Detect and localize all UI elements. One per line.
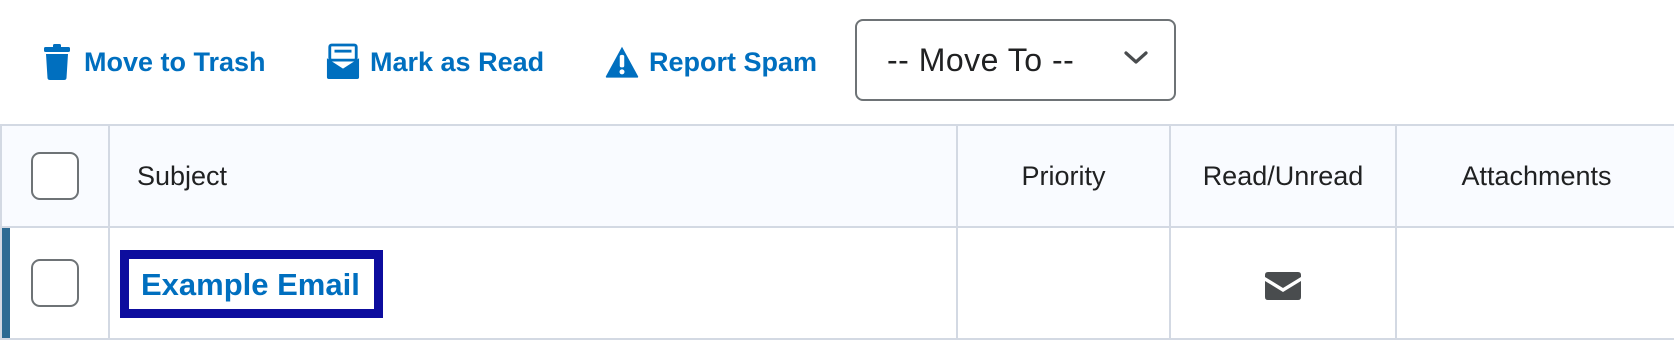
mark-read-icon bbox=[326, 42, 360, 82]
select-all-checkbox[interactable] bbox=[31, 152, 79, 200]
mail-toolbar: Move to Trash Mark as Read Report Spam -… bbox=[0, 0, 1674, 118]
report-spam-label: Report Spam bbox=[649, 46, 818, 77]
priority-cell bbox=[956, 226, 1171, 340]
read-unread-cell bbox=[1169, 226, 1397, 340]
mark-as-read-label: Mark as Read bbox=[370, 46, 545, 77]
mark-as-read-button[interactable]: Mark as Read bbox=[326, 38, 544, 86]
subject-cell: Example Email bbox=[108, 226, 958, 340]
move-to-select[interactable]: -- Move To -- bbox=[855, 19, 1176, 101]
table-header-row: Subject Priority Read/Unread Attachments bbox=[0, 124, 1674, 228]
table-row: Example Email bbox=[0, 226, 1674, 340]
report-spam-button[interactable]: Report Spam bbox=[605, 38, 817, 86]
envelope-icon bbox=[1265, 271, 1301, 305]
priority-header[interactable]: Priority bbox=[956, 124, 1171, 228]
chevron-down-icon bbox=[1124, 50, 1148, 70]
read-unread-header[interactable]: Read/Unread bbox=[1169, 124, 1397, 228]
row-checkbox[interactable] bbox=[31, 259, 79, 307]
attachments-header[interactable]: Attachments bbox=[1395, 124, 1674, 228]
email-subject-link[interactable]: Example Email bbox=[120, 250, 383, 318]
row-marker bbox=[2, 228, 10, 338]
row-select-cell bbox=[0, 226, 110, 340]
subject-header[interactable]: Subject bbox=[108, 124, 958, 228]
move-to-selected-value: -- Move To -- bbox=[887, 41, 1075, 78]
move-to-trash-label: Move to Trash bbox=[84, 46, 266, 77]
attachments-cell bbox=[1395, 226, 1674, 340]
move-to-trash-button[interactable]: Move to Trash bbox=[40, 38, 266, 86]
message-table: Subject Priority Read/Unread Attachments… bbox=[0, 124, 1674, 342]
warning-icon bbox=[605, 42, 639, 82]
trash-icon bbox=[40, 42, 74, 82]
select-all-cell bbox=[0, 124, 110, 228]
